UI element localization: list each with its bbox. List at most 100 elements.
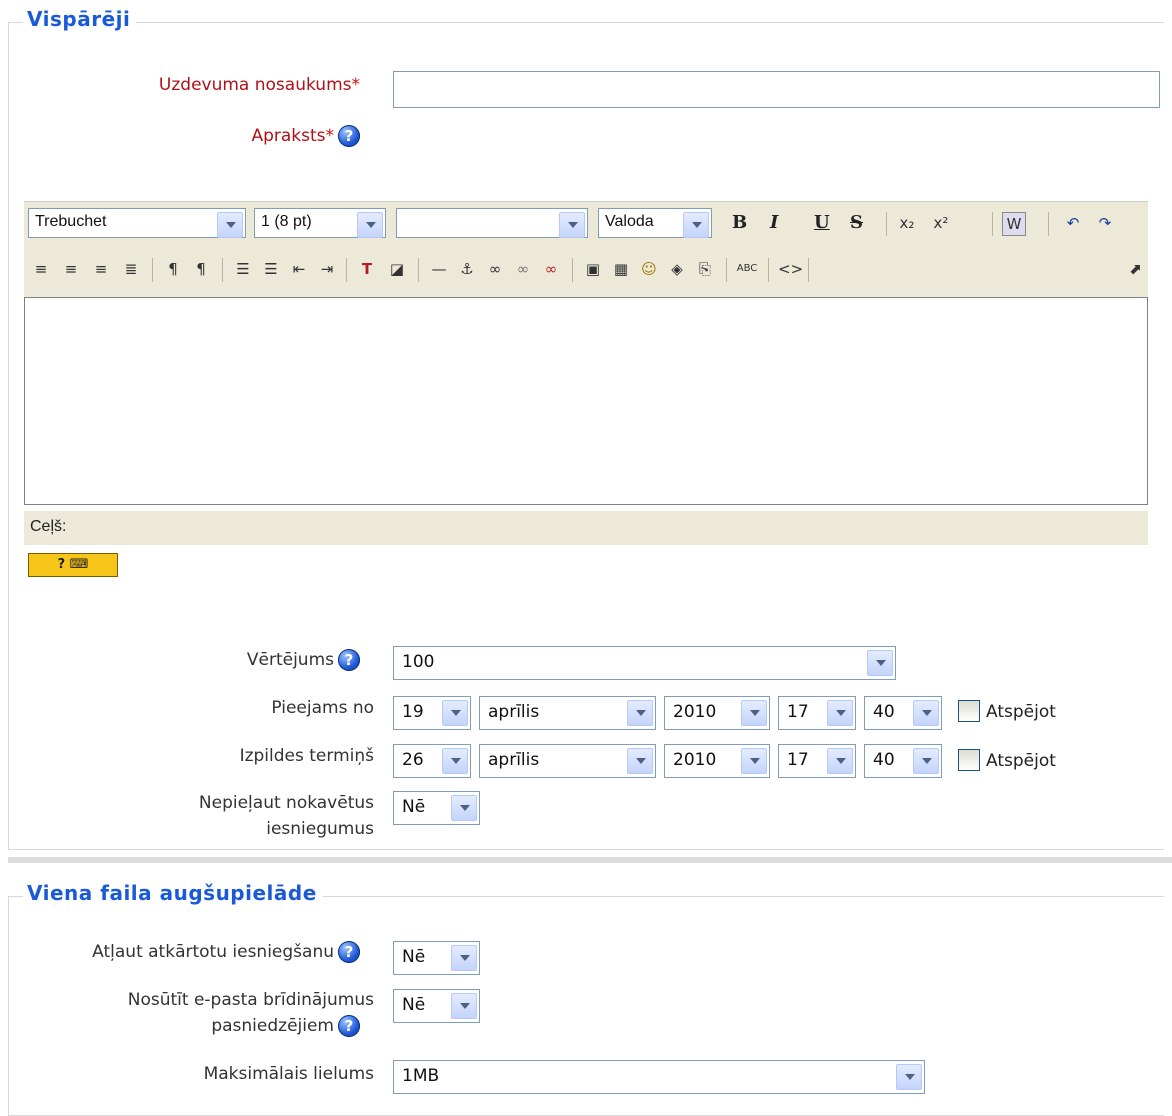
redo-icon[interactable]: ↷ xyxy=(1094,212,1116,234)
help-icon[interactable]: ? xyxy=(338,1015,360,1037)
max-size-label: Maksimālais lielums xyxy=(203,1064,374,1084)
chevron-down-icon xyxy=(867,650,893,676)
due-hour-select[interactable]: 17 xyxy=(778,744,856,778)
text-color-icon[interactable]: T xyxy=(356,258,378,280)
anchor-icon[interactable]: ⚓ xyxy=(456,258,478,280)
title-label: Uzdevuma nosaukums* xyxy=(158,75,360,95)
bold-icon[interactable]: B xyxy=(732,211,747,235)
due-disable-label: Atspējot xyxy=(986,751,1056,771)
available-year-select[interactable]: 2010 xyxy=(664,696,770,730)
available-hour-select[interactable]: 17 xyxy=(778,696,856,730)
max-size-select[interactable]: 1MB xyxy=(393,1060,925,1094)
toolbar-divider xyxy=(572,258,573,282)
ordered-list-icon[interactable]: ☰ xyxy=(232,258,254,280)
available-month-select[interactable]: aprīlis xyxy=(479,696,656,730)
image-icon[interactable]: ▣ xyxy=(582,258,604,280)
outdent-icon[interactable]: ⇤ xyxy=(288,258,310,280)
ltr-icon[interactable]: ¶ xyxy=(162,258,184,280)
grade-label: Vērtējums? xyxy=(60,649,360,671)
nolink-icon[interactable]: ∞ xyxy=(540,258,562,280)
chevron-down-icon xyxy=(913,700,939,726)
due-year-select[interactable]: 2010 xyxy=(664,744,770,778)
horizontal-rule-icon[interactable]: — xyxy=(428,258,450,280)
resubmit-label: Atļaut atkārtotu iesniegšanu? xyxy=(20,941,360,963)
help-icon[interactable]: ? xyxy=(338,941,360,963)
fullscreen-icon[interactable]: ⬈ xyxy=(1124,258,1146,280)
link-icon[interactable]: ∞ xyxy=(484,258,506,280)
align-center-icon[interactable]: ≡ xyxy=(60,258,82,280)
keyboard-help-icon[interactable]: ? ⌨ xyxy=(28,553,118,577)
editor-path-bar: Ceļš: xyxy=(24,511,1148,545)
align-justify-icon[interactable]: ≣ xyxy=(120,258,142,280)
chevron-down-icon xyxy=(827,748,853,774)
chevron-down-icon xyxy=(627,748,653,774)
chevron-down-icon xyxy=(741,700,767,726)
toolbar-divider xyxy=(346,258,347,282)
subscript-icon[interactable]: x₂ xyxy=(896,212,918,234)
toolbar-divider xyxy=(886,212,887,236)
spellcheck-icon[interactable]: ABC xyxy=(736,258,758,280)
format-select[interactable] xyxy=(396,208,588,238)
chevron-down-icon xyxy=(451,795,477,821)
toolbar-divider xyxy=(1048,212,1049,236)
email-teachers-label: Nosūtīt e-pasta brīdinājumus pasniedzēji… xyxy=(127,990,374,1037)
available-disable-checkbox[interactable] xyxy=(958,700,980,722)
prevent-late-label: Nepieļaut nokavētus iesniegumus xyxy=(198,793,374,839)
unlink-icon[interactable]: ∞ xyxy=(512,258,534,280)
required-icon: * xyxy=(325,126,335,146)
undo-icon[interactable]: ↶ xyxy=(1062,212,1084,234)
due-date-label: Izpildes termiņš xyxy=(239,746,374,766)
chevron-down-icon xyxy=(827,700,853,726)
chevron-down-icon xyxy=(217,212,243,238)
help-icon[interactable]: ? xyxy=(338,125,360,147)
background-color-icon[interactable]: ◪ xyxy=(386,258,408,280)
rtl-icon[interactable]: ¶ xyxy=(190,258,212,280)
strikethrough-icon[interactable]: S xyxy=(850,211,863,235)
chevron-down-icon xyxy=(627,700,653,726)
description-label: Apraksts*? xyxy=(60,125,360,147)
due-disable-checkbox[interactable] xyxy=(958,749,980,771)
due-month-select[interactable]: aprīlis xyxy=(479,744,656,778)
unordered-list-icon[interactable]: ☰ xyxy=(260,258,282,280)
align-left-icon[interactable]: ≡ xyxy=(30,258,52,280)
toolbar-divider xyxy=(992,212,993,236)
available-day-select[interactable]: 19 xyxy=(393,696,471,730)
editor-toolbar: Trebuchet 1 (8 pt) Valoda B I U S x₂ x² … xyxy=(24,201,1148,298)
superscript-icon[interactable]: x² xyxy=(930,212,952,234)
toolbar-divider xyxy=(222,258,223,282)
align-right-icon[interactable]: ≡ xyxy=(90,258,112,280)
language-select[interactable]: Valoda xyxy=(598,208,712,238)
due-day-select[interactable]: 26 xyxy=(393,744,471,778)
description-editor[interactable] xyxy=(24,297,1148,505)
upload-legend: Viena faila augšupielāde xyxy=(23,881,323,905)
chevron-down-icon xyxy=(451,945,477,971)
available-minute-select[interactable]: 40 xyxy=(864,696,942,730)
font-select[interactable]: Trebuchet xyxy=(28,208,246,238)
special-char-icon[interactable]: ◈ xyxy=(666,258,688,280)
help-icon[interactable]: ? xyxy=(338,649,360,671)
smiley-icon[interactable]: ☺ xyxy=(638,258,660,280)
html-source-icon[interactable]: <> xyxy=(778,258,803,280)
resubmit-select[interactable]: Nē xyxy=(393,941,480,975)
chevron-down-icon xyxy=(451,993,477,1019)
chevron-down-icon xyxy=(896,1064,922,1090)
chevron-down-icon xyxy=(741,748,767,774)
toolbar-divider xyxy=(808,258,809,282)
size-select[interactable]: 1 (8 pt) xyxy=(254,208,386,238)
indent-icon[interactable]: ⇥ xyxy=(316,258,338,280)
toolbar-divider xyxy=(726,258,727,282)
paste-word-icon[interactable]: W xyxy=(1002,212,1026,236)
table-icon[interactable]: ▦ xyxy=(610,258,632,280)
general-legend: Vispārēji xyxy=(23,7,137,31)
prevent-late-select[interactable]: Nē xyxy=(393,791,480,825)
available-disable-label: Atspējot xyxy=(986,702,1056,722)
italic-icon[interactable]: I xyxy=(770,211,778,235)
title-input[interactable] xyxy=(393,71,1160,108)
chevron-down-icon xyxy=(913,748,939,774)
email-teachers-select[interactable]: Nē xyxy=(393,989,480,1023)
chevron-down-icon xyxy=(357,212,383,238)
underline-icon[interactable]: U xyxy=(814,211,830,235)
grade-select[interactable]: 100 xyxy=(393,646,896,680)
search-replace-icon[interactable]: ⎘ xyxy=(694,258,716,280)
due-minute-select[interactable]: 40 xyxy=(864,744,942,778)
